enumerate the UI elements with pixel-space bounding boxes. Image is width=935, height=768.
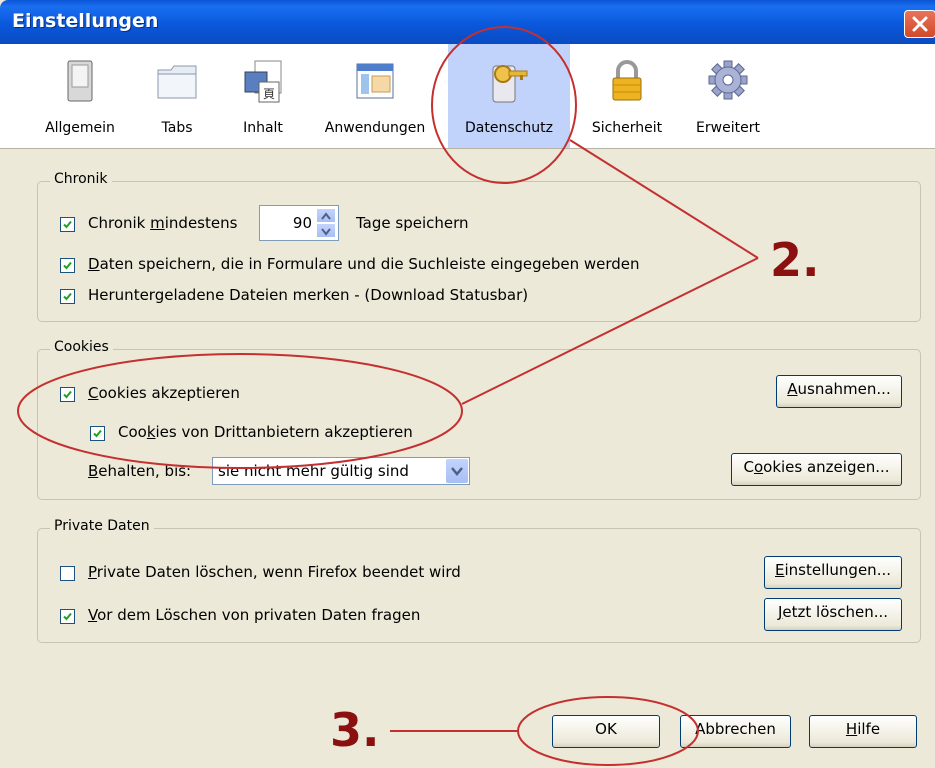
annotation-circle-privacy [431,26,577,184]
annotation-step-2: 2. [770,233,820,287]
preferences-dialog: Einstellungen Allgemein Tabs 頁 Inhalt An… [0,0,935,768]
annotation-line-to-cookies [461,257,759,405]
annotation-circle-ok [517,696,699,766]
annotation-overlay [17,26,759,766]
annotation-line-to-privacy [569,139,759,259]
annotation-circle-cookies [17,353,463,469]
annotation-step-3: 3. [330,703,380,757]
